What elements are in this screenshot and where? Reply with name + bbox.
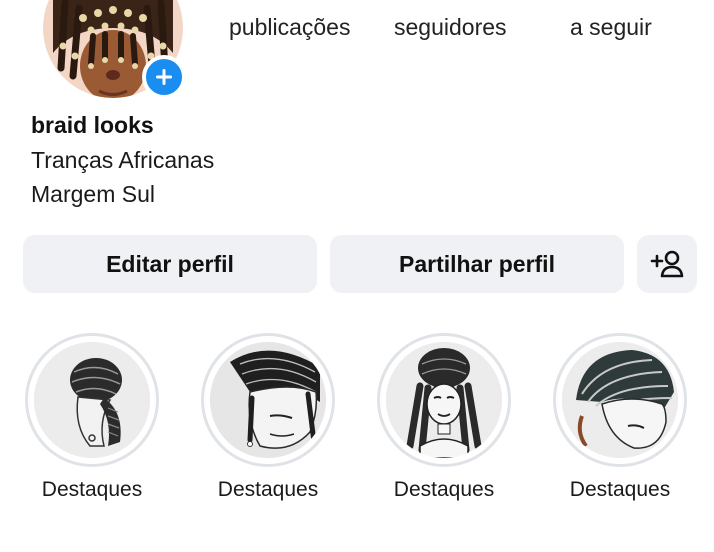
braided-bun-illustration: [34, 342, 150, 458]
highlight-item[interactable]: Destaques: [545, 333, 695, 502]
highlight-ring: [201, 333, 335, 467]
profile-stats: publicações seguidores a seguir: [0, 14, 714, 44]
posts-stat-label[interactable]: publicações: [229, 14, 350, 41]
highlight-label: Destaques: [569, 478, 671, 501]
highlight-item[interactable]: Destaques: [369, 333, 519, 502]
highlight-ring: [25, 333, 159, 467]
following-stat-label[interactable]: a seguir: [570, 14, 652, 41]
highlight-ring: [377, 333, 511, 467]
cornrows-illustration: [210, 342, 326, 458]
share-profile-button[interactable]: Partilhar perfil: [330, 235, 624, 293]
headwrap-braids-illustration: [386, 342, 502, 458]
highlight-item[interactable]: Destaques: [17, 333, 167, 502]
followers-stat-label[interactable]: seguidores: [394, 14, 507, 41]
plus-icon: [156, 69, 172, 85]
person-add-icon: [650, 250, 684, 278]
profile-username: braid looks: [31, 112, 154, 138]
highlight-item[interactable]: Destaques: [193, 333, 343, 502]
discover-people-button[interactable]: [637, 235, 697, 293]
highlight-ring: [553, 333, 687, 467]
highlight-label: Destaques: [393, 478, 495, 501]
highlight-label: Destaques: [217, 478, 319, 501]
bio-line: Tranças Africanas: [31, 147, 215, 173]
profile-bio: braid looks Tranças Africanas Margem Sul: [31, 111, 214, 211]
add-story-button[interactable]: [142, 55, 186, 99]
edit-profile-button[interactable]: Editar perfil: [23, 235, 317, 293]
highlight-label: Destaques: [41, 478, 143, 501]
bio-line: Margem Sul: [31, 181, 155, 207]
straight-back-braids-illustration: [562, 342, 678, 458]
